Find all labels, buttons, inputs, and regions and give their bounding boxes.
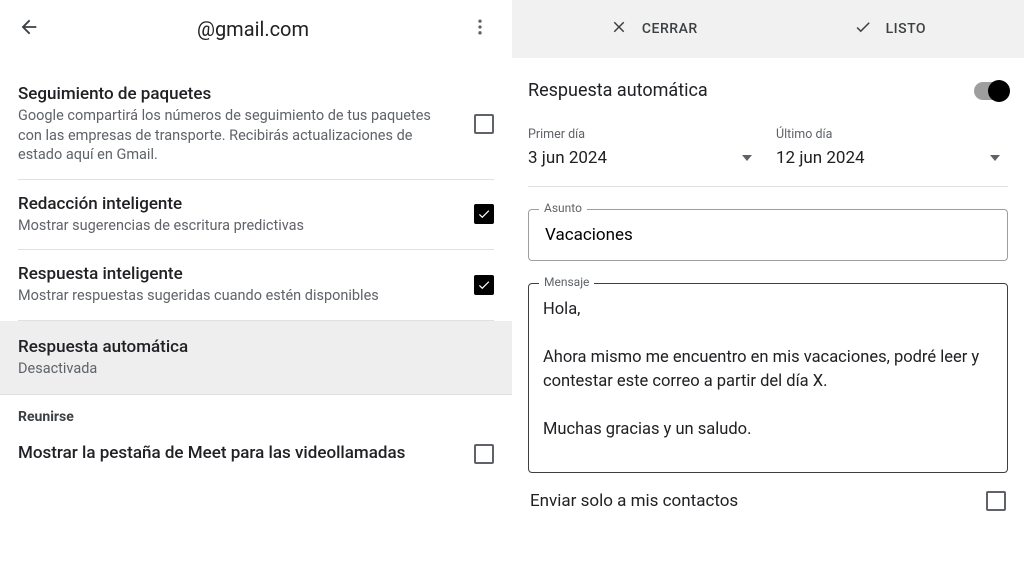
message-textarea[interactable]: Hola, Ahora mismo me encuentro en mis va… [543,298,993,458]
first-day-label: Primer día [528,127,760,142]
auto-reply-toggle-row[interactable]: Respuesta automática [528,58,1008,113]
setting-auto-reply[interactable]: Respuesta automática Desactivada [0,321,512,396]
setting-smart-reply[interactable]: Respuesta inteligente Mostrar respuestas… [18,250,494,321]
close-icon [610,18,628,40]
last-day-value: 12 jun 2024 [776,148,865,168]
section-header-meet: Reunirse [0,395,512,429]
first-day-value: 3 jun 2024 [528,148,607,168]
checkbox-unchecked-icon[interactable] [986,491,1006,511]
checkbox-unchecked-icon[interactable] [474,444,494,464]
checkbox-unchecked-icon[interactable] [474,114,494,134]
subject-legend: Asunto [539,201,587,215]
toggle-switch-icon[interactable] [974,82,1008,100]
last-day-field[interactable]: Último día 12 jun 2024 [776,127,1008,168]
setting-smart-compose[interactable]: Redacción inteligente Mostrar sugerencia… [18,180,494,251]
checkbox-checked-icon[interactable] [474,204,494,224]
message-legend: Mensaje [539,275,594,289]
toggle-label: Respuesta automática [528,80,974,101]
dropdown-icon [742,148,752,168]
message-field[interactable]: Mensaje Hola, Ahora mismo me encuentro e… [528,283,1008,473]
close-label: CERRAR [642,21,698,37]
contacts-only-label: Enviar solo a mis contactos [530,491,986,511]
overflow-menu-icon[interactable] [466,17,494,41]
left-header: @gmail.com [0,0,512,58]
dropdown-icon [990,148,1000,168]
close-button[interactable]: CERRAR [610,18,698,40]
setting-subtitle: Mostrar respuestas sugeridas cuando esté… [18,286,458,306]
setting-subtitle: Google compartirá los números de seguimi… [18,106,458,165]
done-label: LISTO [886,21,927,37]
done-button[interactable]: LISTO [854,18,927,40]
first-day-field[interactable]: Primer día 3 jun 2024 [528,127,760,168]
check-icon [854,18,872,40]
last-day-label: Último día [776,127,1008,142]
setting-title: Seguimiento de paquetes [18,84,458,104]
setting-title: Respuesta automática [18,337,494,357]
setting-title: Mostrar la pestaña de Meet para las vide… [18,443,458,463]
settings-pane: @gmail.com Seguimiento de paquetes Googl… [0,0,512,576]
back-arrow-icon[interactable] [18,16,40,42]
setting-title: Redacción inteligente [18,194,458,214]
date-range-row: Primer día 3 jun 2024 Último día 12 jun … [528,113,1008,187]
setting-subtitle: Mostrar sugerencias de escritura predict… [18,216,458,236]
setting-subtitle: Desactivada [18,359,494,379]
account-title: @gmail.com [40,17,466,41]
checkbox-checked-icon[interactable] [474,275,494,295]
setting-title: Respuesta inteligente [18,264,458,284]
right-header: CERRAR LISTO [512,0,1024,58]
subject-input[interactable] [543,224,993,246]
setting-meet-tab[interactable]: Mostrar la pestaña de Meet para las vide… [18,429,494,479]
subject-field[interactable]: Asunto [528,209,1008,261]
contacts-only-row[interactable]: Enviar solo a mis contactos [528,473,1008,511]
auto-reply-pane: CERRAR LISTO Respuesta automática Primer… [512,0,1024,576]
setting-package-tracking[interactable]: Seguimiento de paquetes Google compartir… [18,70,494,180]
